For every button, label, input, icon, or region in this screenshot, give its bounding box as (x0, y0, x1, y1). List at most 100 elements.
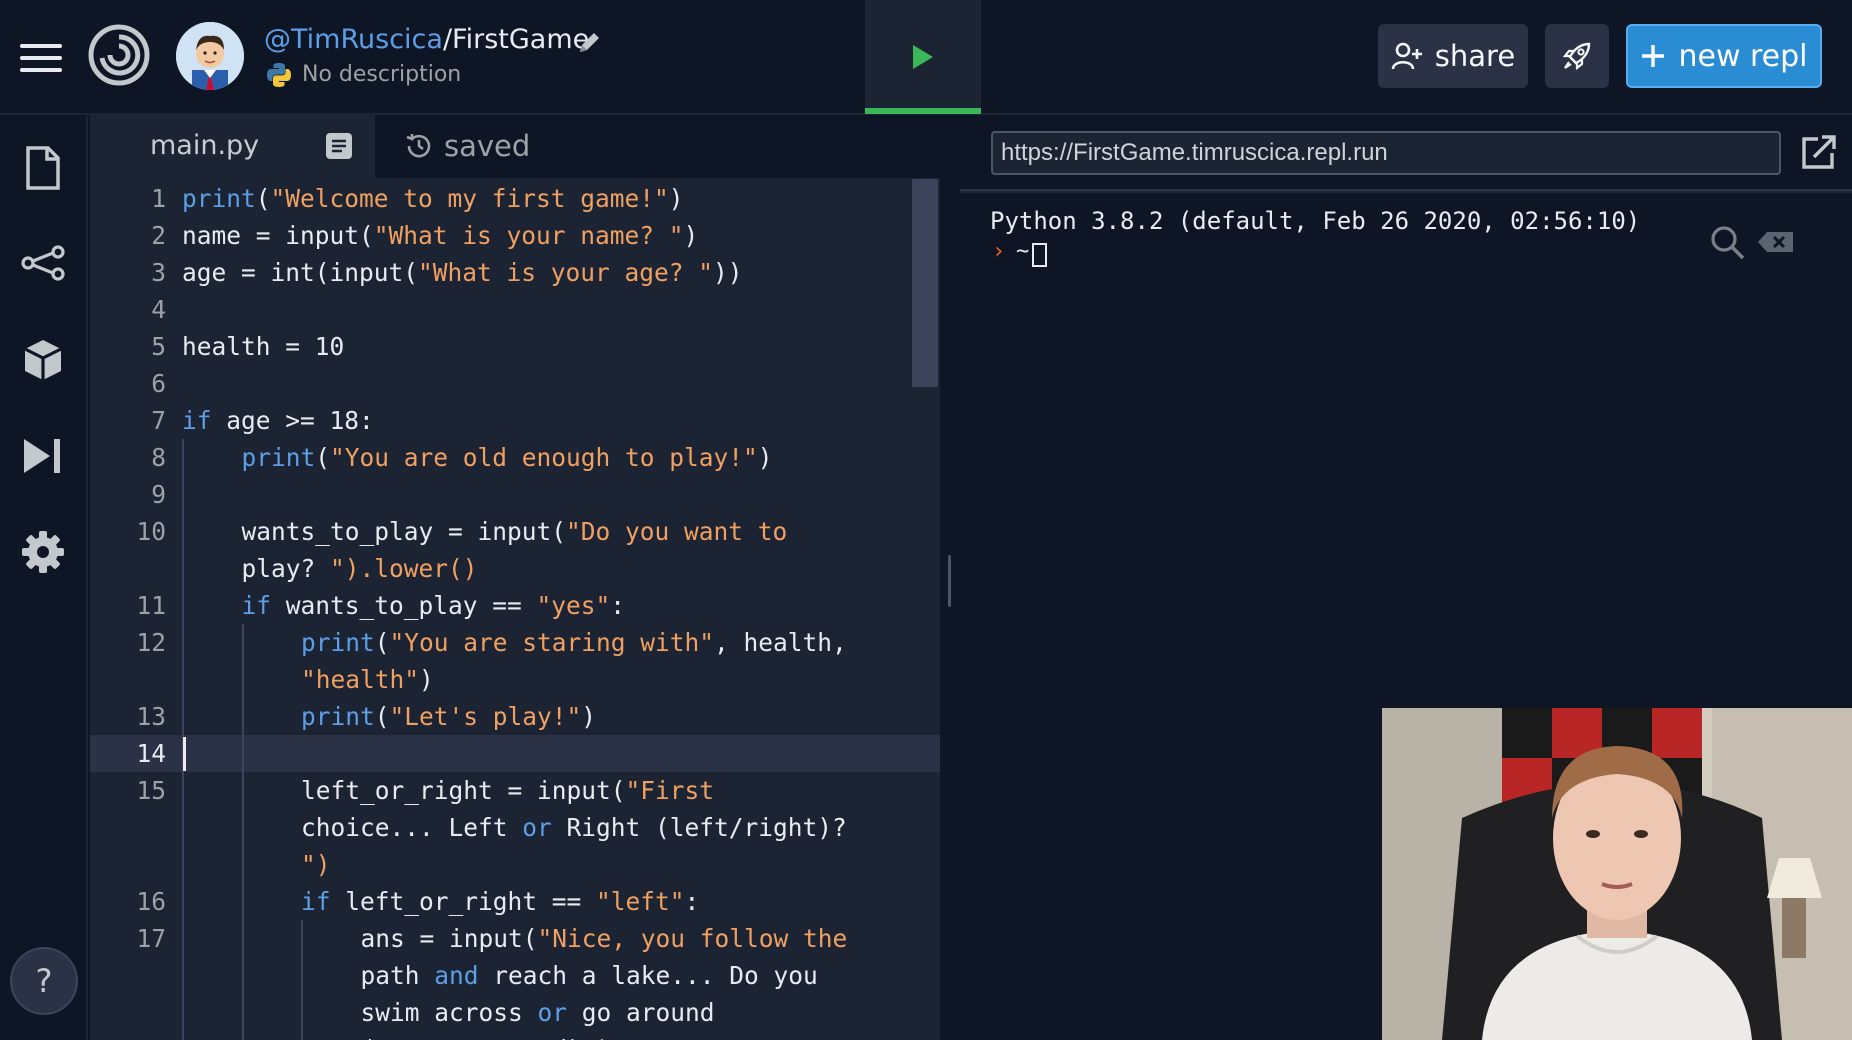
user-avatar[interactable] (176, 22, 244, 90)
open-in-new-tab-icon[interactable] (1798, 133, 1838, 173)
code-line[interactable]: ") (90, 846, 940, 883)
play-icon (913, 45, 933, 69)
save-status-label: saved (444, 129, 531, 163)
line-number: 11 (136, 591, 166, 620)
editor-tab-bar: main.py saved (90, 115, 940, 178)
code-line[interactable]: 13 print("Let's play!") (90, 698, 940, 735)
code-line[interactable]: play? ").lower() (90, 550, 940, 587)
code-text: print("You are staring with", health, (301, 628, 847, 657)
code-text: wants_to_play = input("Do you want to (241, 517, 788, 546)
code-line[interactable]: 9 (90, 476, 940, 513)
rocket-icon (1562, 42, 1591, 71)
run-button[interactable] (865, 0, 981, 114)
code-line[interactable]: 16 if left_or_right == "left": (90, 883, 940, 920)
code-line[interactable]: 8 print("You are old enough to play!") (90, 439, 940, 476)
code-text: (across/around)") (361, 1031, 612, 1040)
code-line[interactable]: 5 health = 10 (90, 328, 940, 365)
code-line[interactable]: "health") (90, 661, 940, 698)
code-line[interactable]: swim across or go around (90, 994, 940, 1031)
code-line[interactable]: 3 age = int(input("What is your age? ")) (90, 254, 940, 291)
code-area[interactable]: 1 print("Welcome to my first game!") 2 name… (90, 178, 940, 1040)
hamburger-menu-icon[interactable] (20, 44, 62, 72)
history-icon (406, 134, 431, 158)
code-line[interactable]: 15 left_or_right = input("First (90, 772, 940, 809)
line-number: 7 (151, 406, 166, 435)
line-number: 14 (136, 739, 166, 768)
share-button[interactable]: share (1378, 24, 1528, 88)
code-text: ") (301, 850, 331, 879)
webview-url-field[interactable]: https://FirstGame.timruscica.repl.run (991, 131, 1781, 175)
repl-title[interactable]: @TimRuscica/FirstGame (264, 24, 589, 55)
code-text: choice... Left or Right (left/right)? (301, 813, 847, 842)
clear-console-icon[interactable] (1756, 223, 1796, 261)
repl-name[interactable]: FirstGame (452, 24, 589, 55)
code-text: "health") (301, 665, 434, 694)
help-button[interactable]: ? (10, 947, 78, 1015)
new-repl-button[interactable]: new repl (1626, 24, 1822, 88)
code-line[interactable]: 6 (90, 365, 940, 402)
code-line[interactable]: 17 ans = input("Nice, you follow the (90, 920, 940, 957)
indent-guide (301, 920, 303, 1040)
code-text: health = 10 (182, 332, 345, 361)
console-cursor (1032, 243, 1047, 267)
line-number: 4 (151, 295, 166, 324)
python-version-line: Python 3.8.2 (default, Feb 26 2020, 02:5… (990, 207, 1641, 235)
code-text: if left_or_right == "left": (301, 887, 700, 916)
line-number: 12 (136, 628, 166, 657)
webview-bar: https://FirstGame.timruscica.repl.run (960, 115, 1852, 191)
editor-scrollbar[interactable] (912, 179, 938, 387)
code-text: ans = input("Nice, you follow the (360, 924, 848, 953)
repl-owner[interactable]: @TimRuscica (264, 24, 443, 55)
code-line[interactable]: 4 (90, 291, 940, 328)
top-bar: @TimRuscica/FirstGame No description sha… (0, 0, 1852, 115)
line-number: 3 (151, 258, 166, 287)
packages-icon[interactable] (20, 337, 66, 383)
code-line[interactable]: 10 wants_to_play = input("Do you want to (90, 513, 940, 550)
save-status[interactable]: saved (404, 129, 530, 163)
code-line[interactable]: path and reach a lake... Do you (90, 957, 940, 994)
deploy-button[interactable] (1545, 24, 1609, 88)
file-outline-icon[interactable] (324, 131, 354, 161)
line-number: 2 (151, 221, 166, 250)
left-sidebar: ? (0, 115, 88, 1040)
line-number: 5 (151, 332, 166, 361)
code-line[interactable]: 1 print("Welcome to my first game!") (90, 180, 940, 217)
line-number: 8 (151, 443, 166, 472)
line-number: 10 (136, 517, 166, 546)
code-text: age = int(input("What is your age? ")) (182, 258, 743, 287)
text-cursor (183, 737, 186, 771)
files-icon[interactable] (20, 145, 66, 191)
python-language-icon (267, 63, 291, 87)
tab-main-py[interactable]: main.py (90, 115, 375, 178)
code-text: name = input("What is your name? ") (182, 221, 699, 250)
line-number: 16 (136, 887, 166, 916)
code-line[interactable]: 2 name = input("What is your name? ") (90, 217, 940, 254)
line-number: 6 (151, 369, 166, 398)
splitter-grip[interactable] (948, 555, 951, 607)
line-number: 15 (136, 776, 166, 805)
code-editor-pane: main.py saved 1 print("Welcome to my firs… (90, 115, 940, 1040)
new-repl-label: new repl (1678, 38, 1808, 74)
code-text: play? ").lower() (241, 554, 478, 583)
code-line[interactable]: 11 if wants_to_play == "yes": (90, 587, 940, 624)
line-number: 9 (151, 480, 166, 509)
pane-splitter[interactable] (940, 115, 960, 1040)
code-line[interactable]: 7 if age >= 18: (90, 402, 940, 439)
repl-description[interactable]: No description (302, 62, 461, 87)
code-line[interactable]: 12 print("You are staring with", health, (90, 624, 940, 661)
pencil-edit-icon[interactable] (574, 28, 604, 58)
line-number: 13 (136, 702, 166, 731)
search-icon[interactable] (1708, 223, 1746, 261)
share-label: share (1434, 39, 1516, 73)
replit-logo-icon[interactable] (88, 24, 150, 86)
debugger-step-icon[interactable] (20, 433, 66, 479)
code-line[interactable]: choice... Left or Right (left/right)? (90, 809, 940, 846)
version-control-icon[interactable] (20, 241, 66, 287)
code-text: swim across or go around (360, 998, 715, 1027)
settings-gear-icon[interactable] (20, 529, 66, 575)
webcam-video-overlay (1382, 708, 1852, 1040)
indent-guide (241, 624, 244, 1040)
code-line[interactable]: 14 (90, 735, 940, 772)
code-line[interactable]: (across/around)") (90, 1031, 940, 1040)
add-user-icon (1391, 42, 1422, 70)
